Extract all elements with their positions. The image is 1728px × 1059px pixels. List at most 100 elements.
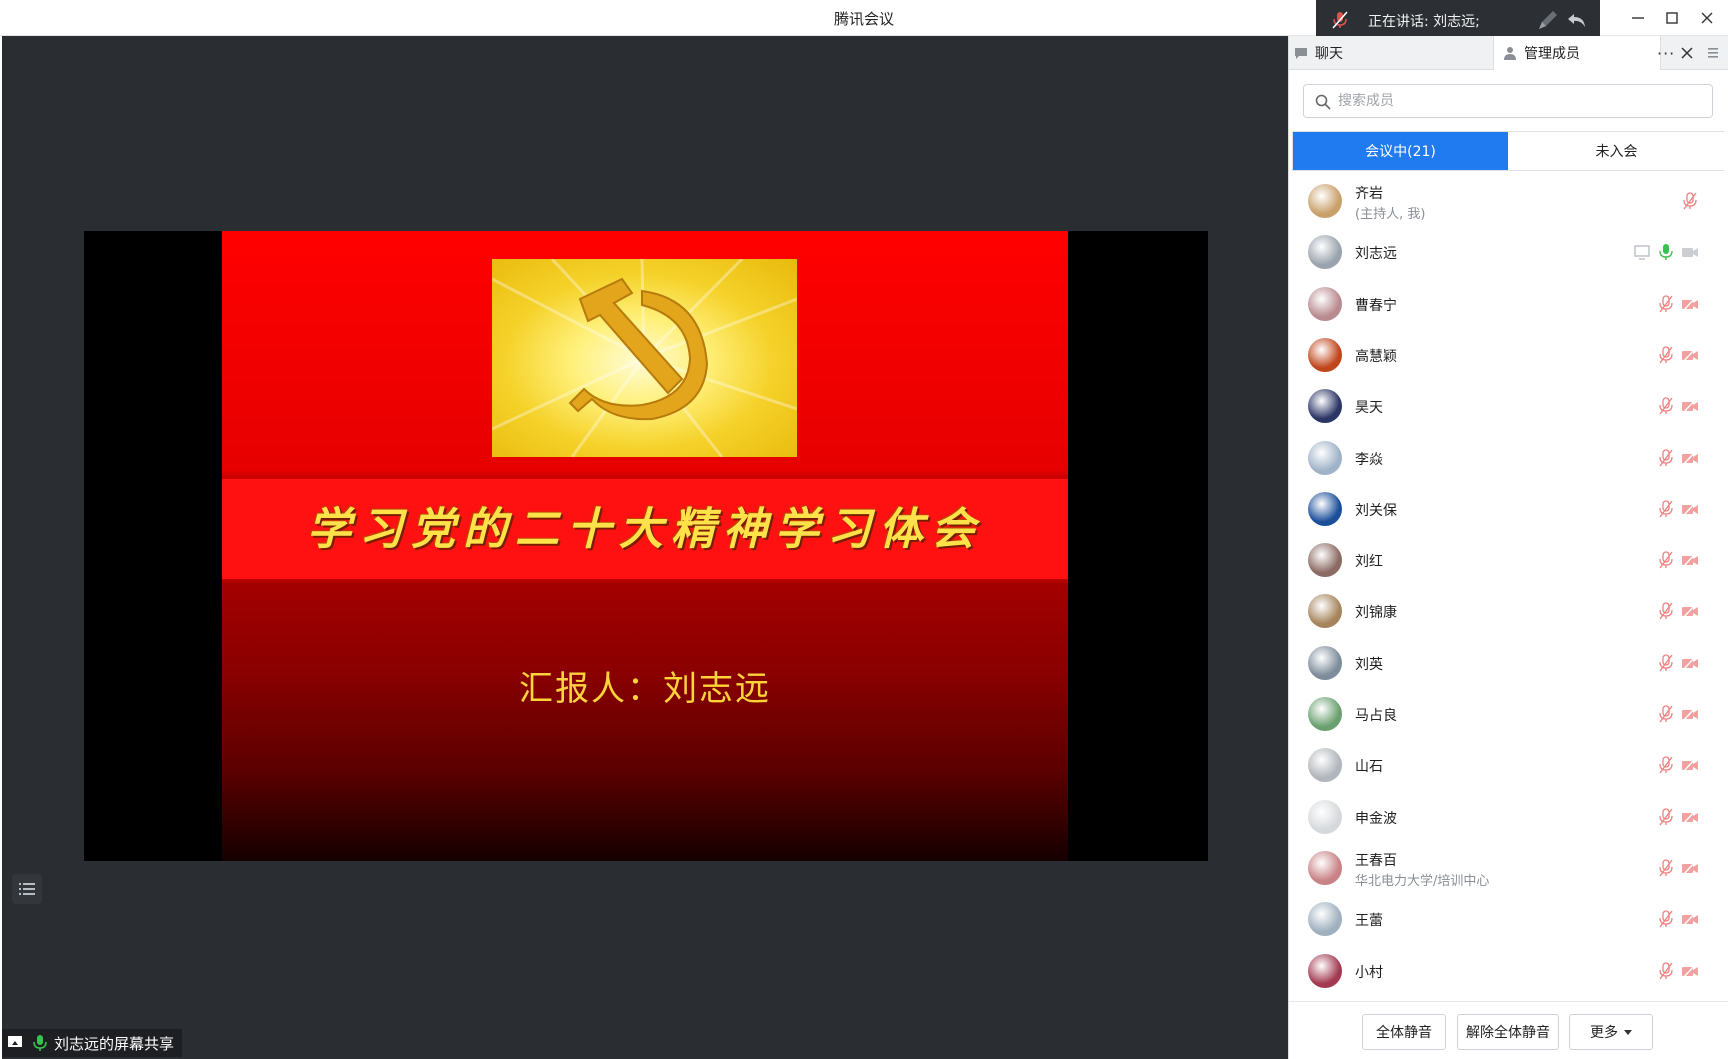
more-button[interactable]: 更多: [1569, 1014, 1653, 1050]
close-panel-icon[interactable]: [1679, 45, 1695, 61]
member-row[interactable]: 小村: [1289, 946, 1728, 997]
member-search[interactable]: [1303, 84, 1713, 118]
minimize-icon[interactable]: [1626, 6, 1650, 30]
avatar: [1308, 799, 1342, 834]
member-row[interactable]: 刘红: [1289, 535, 1728, 586]
mute-all-button[interactable]: 全体静音: [1362, 1014, 1446, 1050]
member-name: 马占良: [1355, 708, 1397, 724]
mic-muted-icon[interactable]: [1657, 961, 1675, 980]
title-bar: 腾讯会议 正在讲话: 刘志远;: [0, 0, 1728, 40]
members-panel: 聊天 管理成员 ··· 会议中(21) 未入会 齐岩 (主持人, 我) 刘志远曹春宁…: [1288, 36, 1728, 1059]
mic-muted-icon[interactable]: [1657, 397, 1675, 415]
member-row[interactable]: 申金波: [1289, 792, 1728, 843]
mic-muted-icon[interactable]: [1657, 705, 1675, 723]
more-button-label: 更多: [1590, 1025, 1618, 1041]
mic-muted-icon[interactable]: [1657, 654, 1675, 672]
avatar: [1308, 337, 1342, 372]
member-status-switch: 会议中(21) 未入会: [1292, 131, 1724, 171]
mic-muted-icon[interactable]: [1657, 551, 1675, 569]
avatar: [1308, 645, 1342, 680]
camera-off-icon[interactable]: [1681, 808, 1699, 826]
camera-off-icon[interactable]: [1681, 295, 1699, 313]
member-row[interactable]: 马占良: [1289, 689, 1728, 740]
panel-tabs: 聊天 管理成员 ···: [1289, 36, 1728, 70]
member-name: 曹春宁: [1355, 297, 1397, 314]
member-name: 昊天: [1355, 400, 1383, 417]
presentation-slide: 学习党的二十大精神学习体会 汇报人：刘志远: [222, 231, 1068, 861]
undo-icon[interactable]: [1566, 10, 1588, 30]
camera-off-icon[interactable]: [1681, 910, 1699, 928]
tab-not-joined[interactable]: 未入会: [1509, 132, 1724, 170]
screen-share-icon: [8, 1036, 22, 1047]
mic-muted-icon[interactable]: [1657, 448, 1675, 467]
camera-off-icon[interactable]: [1681, 962, 1699, 980]
avatar: [1308, 953, 1342, 988]
member-name: 齐岩: [1355, 186, 1383, 202]
mic-active-icon[interactable]: [1657, 243, 1675, 261]
search-icon: [1315, 94, 1331, 110]
mic-muted-icon[interactable]: [1657, 807, 1675, 826]
camera-off-icon[interactable]: [1681, 397, 1699, 415]
camera-off-icon[interactable]: [1681, 654, 1699, 672]
avatar: [1308, 697, 1342, 731]
annotate-pen-icon[interactable]: [1536, 8, 1560, 32]
member-row[interactable]: 刘志远: [1289, 227, 1728, 278]
member-row[interactable]: 李焱: [1289, 433, 1728, 484]
member-row[interactable]: 王春百 华北电力大学/培训中心: [1289, 843, 1728, 894]
share-status-bar: 刘志远的屏幕共享: [2, 1029, 183, 1057]
menu-icon[interactable]: [1703, 44, 1723, 62]
unmute-all-button[interactable]: 解除全体静音: [1457, 1014, 1559, 1050]
camera-off-icon[interactable]: [1681, 859, 1699, 877]
user-icon: [1504, 47, 1516, 60]
member-row[interactable]: 高慧颖: [1289, 330, 1728, 381]
share-status-label: 刘志远的屏幕共享: [54, 1034, 175, 1053]
member-name: 刘红: [1355, 554, 1383, 571]
member-row[interactable]: 曹春宁: [1289, 279, 1728, 330]
more-options-icon[interactable]: ···: [1657, 44, 1675, 63]
member-name: 刘志远: [1355, 246, 1397, 263]
tab-chat[interactable]: 聊天: [1293, 36, 1493, 70]
mic-muted-icon[interactable]: [1657, 910, 1675, 928]
camera-off-icon[interactable]: [1681, 243, 1699, 261]
maximize-icon[interactable]: [1660, 6, 1684, 30]
member-name: 王春百: [1355, 852, 1397, 869]
camera-off-icon[interactable]: [1681, 500, 1699, 518]
mic-muted-icon[interactable]: [1657, 346, 1675, 364]
camera-off-icon[interactable]: [1681, 449, 1699, 467]
search-input[interactable]: [1338, 87, 1698, 115]
camera-off-icon[interactable]: [1681, 756, 1699, 774]
camera-off-icon[interactable]: [1681, 705, 1699, 723]
mic-muted-icon[interactable]: [1657, 500, 1675, 518]
avatar: [1308, 440, 1342, 475]
member-row[interactable]: 刘英: [1289, 638, 1728, 689]
tab-chat-label: 聊天: [1315, 46, 1343, 62]
avatar: [1308, 184, 1342, 218]
mic-muted-icon[interactable]: [1681, 192, 1699, 210]
tab-in-meeting[interactable]: 会议中(21): [1293, 132, 1508, 170]
camera-off-icon[interactable]: [1681, 602, 1699, 620]
panel-footer: 全体静音 解除全体静音 更多: [1289, 1001, 1728, 1059]
member-row[interactable]: 王蕾: [1289, 894, 1728, 945]
member-row[interactable]: 刘关保: [1289, 484, 1728, 535]
camera-off-icon[interactable]: [1681, 346, 1699, 364]
member-name: 王蕾: [1355, 913, 1383, 930]
close-window-icon[interactable]: [1695, 6, 1719, 30]
participant-list-toggle[interactable]: [12, 874, 42, 904]
slide-reporter: 汇报人：刘志远: [519, 669, 771, 709]
chat-icon: [1295, 48, 1307, 59]
member-row[interactable]: 刘锦康: [1289, 586, 1728, 637]
mic-muted-icon[interactable]: [1657, 294, 1675, 313]
avatar: [1308, 543, 1342, 578]
member-row[interactable]: 昊天: [1289, 381, 1728, 432]
member-row[interactable]: 山石: [1289, 740, 1728, 791]
mic-muted-icon[interactable]: [1657, 602, 1675, 620]
member-name: 刘关保: [1355, 502, 1397, 519]
avatar: [1308, 902, 1342, 937]
mic-muted-icon[interactable]: [1657, 859, 1675, 877]
mic-muted-icon[interactable]: [1657, 756, 1675, 774]
avatar: [1308, 389, 1342, 424]
party-emblem-image: [492, 259, 797, 457]
camera-off-icon[interactable]: [1681, 551, 1699, 569]
tab-members[interactable]: 管理成员: [1493, 36, 1661, 70]
member-row[interactable]: 齐岩 (主持人, 我): [1289, 176, 1728, 227]
